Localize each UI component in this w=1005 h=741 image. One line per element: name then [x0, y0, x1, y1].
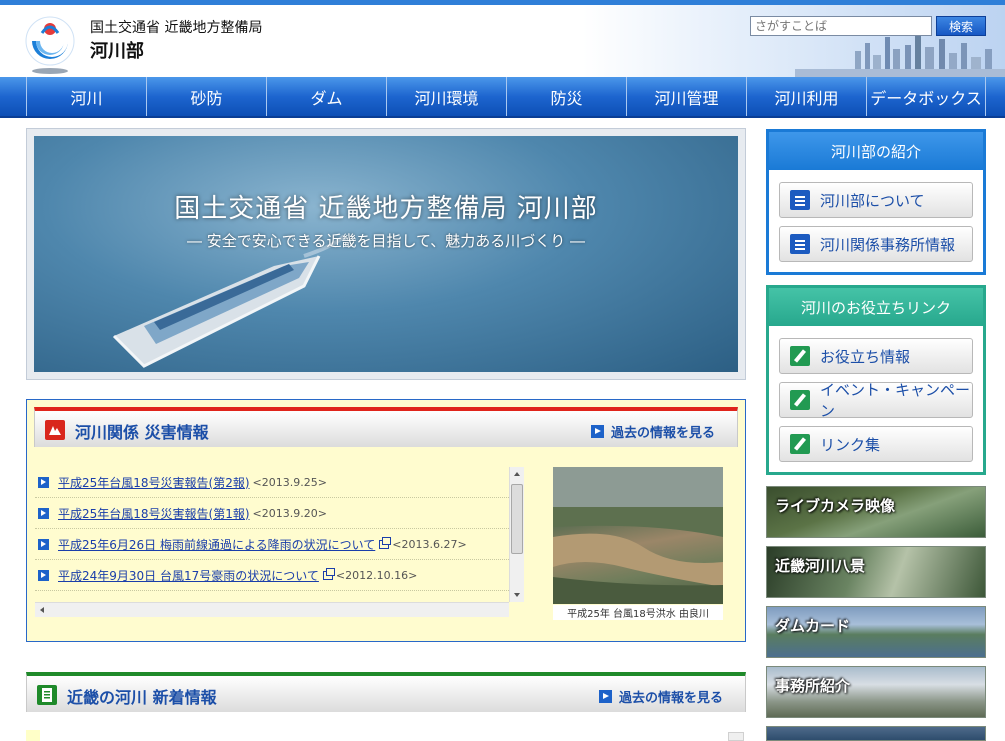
nav-item-river-management[interactable]: 河川管理	[626, 77, 746, 116]
arrow-bullet-icon	[38, 507, 49, 519]
disaster-info-header: 河川関係 災害情報 過去の情報を見る	[34, 407, 738, 447]
arrow-bullet-icon	[38, 569, 49, 581]
list-item: 平成25年台風18号災害報告(第2報) <2013.9.25>	[35, 467, 523, 498]
disaster-alert-icon	[45, 420, 65, 440]
arrow-bullet-icon	[38, 476, 49, 488]
arrow-bullet-icon	[590, 425, 604, 438]
office-intro-banner[interactable]: 事務所紹介	[766, 666, 986, 718]
new-info-title: 近畿の河川 新着情報	[67, 688, 217, 707]
button-label: お役立ち情報	[820, 347, 911, 366]
news-date: <2013.9.25>	[252, 475, 327, 489]
hero-title: 国土交通省 近畿地方整備局 河川部	[174, 194, 598, 224]
banner-label: 事務所紹介	[775, 677, 851, 695]
events-button[interactable]: イベント・キャンペーン	[779, 381, 973, 420]
disaster-info-title: 河川関係 災害情報	[75, 423, 209, 442]
mlit-logo[interactable]	[24, 15, 76, 75]
list-item: 平成25年台風18号災害報告(第1報) <2013.9.20>	[35, 498, 523, 529]
button-label: 河川部について	[820, 191, 925, 210]
useful-links-title: 河川のお役立ちリンク	[769, 288, 983, 326]
nav-item-disaster-prevention[interactable]: 防災	[506, 77, 626, 116]
search-input[interactable]	[750, 16, 932, 36]
list-item: 平成25年6月26日 梅雨前線通過による降雨の状況について <2013.6.27…	[35, 529, 523, 560]
list-item: 平成24年9月30日 台風17号豪雨の状況について <2012.10.16>	[35, 560, 523, 591]
pencil-icon	[790, 434, 810, 454]
nav-item-dam[interactable]: ダム	[266, 77, 386, 116]
button-label: 河川関係事務所情報	[820, 235, 956, 254]
flood-photo-caption: 平成25年 台風18号洪水 由良川	[553, 605, 723, 620]
site-header: 国土交通省 近畿地方整備局 河川部 検索	[0, 5, 1005, 77]
news-link[interactable]: 平成25年台風18号災害報告(第2報)	[58, 474, 250, 491]
arrow-bullet-icon	[598, 690, 612, 703]
scroll-left-icon[interactable]	[40, 607, 44, 613]
vertical-scrollbar[interactable]	[509, 467, 524, 602]
hero-image: 国土交通省 近畿地方整備局 河川部 ― 安全で安心できる近畿を目指して、魅力ある…	[34, 136, 738, 372]
news-date: <2013.9.20>	[252, 506, 327, 520]
new-info-header: 近畿の河川 新着情報 過去の情報を見る	[26, 672, 746, 712]
partial-banner[interactable]	[766, 726, 986, 741]
scroll-down-icon[interactable]	[514, 593, 520, 597]
news-scrollbar[interactable]	[728, 732, 744, 741]
useful-links-box: 河川のお役立ちリンク お役立ち情報 イベント・キャンペーン リンク集	[766, 285, 986, 475]
news-link[interactable]: 平成24年9月30日 台風17号豪雨の状況について	[58, 567, 319, 584]
nav-item-sabo[interactable]: 砂防	[146, 77, 266, 116]
building-icon	[790, 234, 810, 254]
nav-item-river[interactable]: 河川	[26, 77, 146, 116]
nav-item-river-use[interactable]: 河川利用	[746, 77, 866, 116]
banner-label: 近畿河川八景	[775, 557, 866, 575]
global-nav: 河川 砂防 ダム 河川環境 防災 河川管理 河川利用 データボックス	[0, 77, 1005, 118]
about-dept-button[interactable]: 河川部について	[779, 182, 973, 218]
news-date: <2012.10.16>	[335, 568, 418, 582]
building-icon	[790, 190, 810, 210]
pencil-icon	[790, 346, 810, 366]
city-skyline-image	[795, 33, 1005, 77]
news-link[interactable]: 平成25年台風18号災害報告(第1報)	[58, 505, 250, 522]
disaster-info-box: 河川関係 災害情報 過去の情報を見る 平成25年台風18号災害報告(第2報) <…	[26, 399, 746, 642]
dept-intro-title: 河川部の紹介	[769, 132, 983, 170]
live-camera-banner[interactable]: ライブカメラ映像	[766, 486, 986, 538]
external-window-icon	[379, 536, 392, 549]
dept-name: 河川部	[90, 41, 144, 62]
pencil-icon	[790, 390, 810, 410]
external-window-icon	[322, 567, 335, 580]
disaster-past-info-link[interactable]: 過去の情報を見る	[590, 422, 715, 441]
dept-intro-box: 河川部の紹介 河川部について 河川関係事務所情報	[766, 129, 986, 275]
news-date: <2013.6.27>	[392, 537, 467, 551]
kinki-eight-views-banner[interactable]: 近畿河川八景	[766, 546, 986, 598]
link-collection-button[interactable]: リンク集	[779, 426, 973, 462]
disaster-news-list[interactable]: 平成25年台風18号災害報告(第2報) <2013.9.25> 平成25年台風1…	[35, 467, 523, 617]
banner-label: ライブカメラ映像	[775, 497, 896, 515]
button-label: リンク集	[820, 435, 881, 454]
past-link-label: 過去の情報を見る	[618, 691, 723, 706]
nav-item-databox[interactable]: データボックス	[866, 77, 986, 116]
arrow-bullet-icon	[38, 538, 49, 550]
office-info-button[interactable]: 河川関係事務所情報	[779, 226, 973, 262]
hero-subtitle: ― 安全で安心できる近畿を目指して、魅力ある川づくり ―	[186, 232, 586, 250]
org-name: 国土交通省 近畿地方整備局	[90, 20, 263, 36]
hero-banner: 国土交通省 近畿地方整備局 河川部 ― 安全で安心できる近畿を目指して、魅力ある…	[26, 128, 746, 380]
useful-info-button[interactable]: お役立ち情報	[779, 338, 973, 374]
scroll-up-icon[interactable]	[514, 472, 520, 476]
search-button[interactable]: 検索	[936, 16, 986, 36]
banner-label: ダムカード	[775, 617, 851, 635]
past-link-label: 過去の情報を見る	[610, 426, 715, 441]
nav-item-river-environment[interactable]: 河川環境	[386, 77, 506, 116]
news-past-info-link[interactable]: 過去の情報を見る	[598, 687, 723, 706]
new-info-box: 近畿の河川 新着情報 過去の情報を見る	[26, 672, 746, 741]
horizontal-scrollbar[interactable]	[35, 602, 509, 617]
news-link[interactable]: 平成25年6月26日 梅雨前線通過による降雨の状況について	[58, 536, 375, 553]
flood-photo[interactable]	[553, 467, 723, 604]
news-list-area	[26, 730, 40, 741]
scrollbar-thumb[interactable]	[511, 484, 523, 554]
button-label: イベント・キャンペーン	[820, 381, 971, 420]
document-icon	[37, 685, 57, 705]
dam-card-banner[interactable]: ダムカード	[766, 606, 986, 658]
